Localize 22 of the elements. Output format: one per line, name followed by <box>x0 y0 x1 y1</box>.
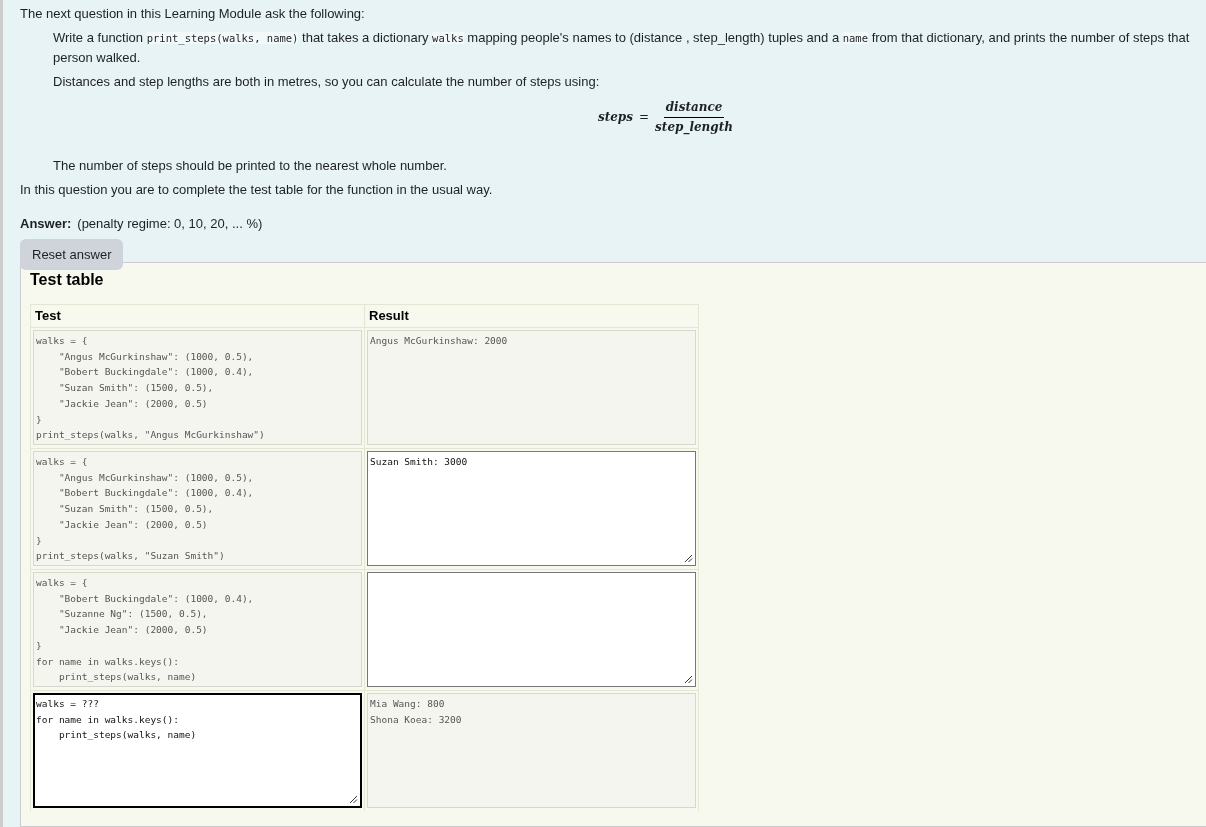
column-header: Result <box>365 304 699 327</box>
code-input-field[interactable]: walks = ??? for name in walks.keys(): print_steps(walks, name) <box>33 693 362 808</box>
penalty-text: (penalty regime: 0, 10, 20, ... %) <box>77 216 263 231</box>
code-field: walks = { "Angus McGurkinshaw": (1000, 0.5), "Bobert Buckingdale": (1000, 0.4), "Suzan Smith": (1500, 0.5), "Jackie Jean": (2000, 0.5) } print_steps(walks, "Suzan Smith") <box>33 451 362 566</box>
section-heading: Test table <box>30 271 105 289</box>
code-input-field[interactable] <box>367 572 696 687</box>
note-text: The number of steps should be printed to the nearest whole number. <box>52 157 448 175</box>
question-paragraph: Write a function print_steps(walks, name) that takes a dictionary walks mapping people's names to (distance , step_length) tuples and a name from that dictionary, and prints the number of steps that person walked. <box>52 29 1191 67</box>
resize-grip-icon[interactable] <box>684 554 693 563</box>
column-header: Test <box>31 304 365 327</box>
question-paragraph: Distances and step lengths are both in metres, so you can calculate the number of steps using: <box>52 73 601 91</box>
code-field: walks = { "Angus McGurkinshaw": (1000, 0.5), "Bobert Buckingdale": (1000, 0.4), "Suzan Smith": (1500, 0.5), "Jackie Jean": (2000, 0.5) } print_steps(walks, "Angus McGurkinshaw") <box>33 330 362 445</box>
instruction-text: In this question you are to complete the test table for the function in the usual way. <box>20 181 494 199</box>
intro-text: The next question in this Learning Module ask the following: <box>20 5 366 23</box>
answer-label: Answer: <box>20 216 72 231</box>
reset-answer-button[interactable]: Reset answer <box>20 239 124 270</box>
code-input-field[interactable]: Suzan Smith: 3000 <box>367 451 696 566</box>
code-field: walks = { "Bobert Buckingdale": (1000, 0.4), "Suzanne Ng": (1500, 0.5), "Jackie Jean": (2000, 0.5) } for name in walks.keys(): print_steps(walks, name) <box>33 572 362 687</box>
resize-grip-icon[interactable] <box>684 675 693 684</box>
code-field: Angus McGurkinshaw: 2000 <box>367 330 696 445</box>
resize-grip-icon[interactable] <box>349 795 358 804</box>
code-field: Mia Wang: 800 Shona Koea: 3200 <box>367 693 696 808</box>
